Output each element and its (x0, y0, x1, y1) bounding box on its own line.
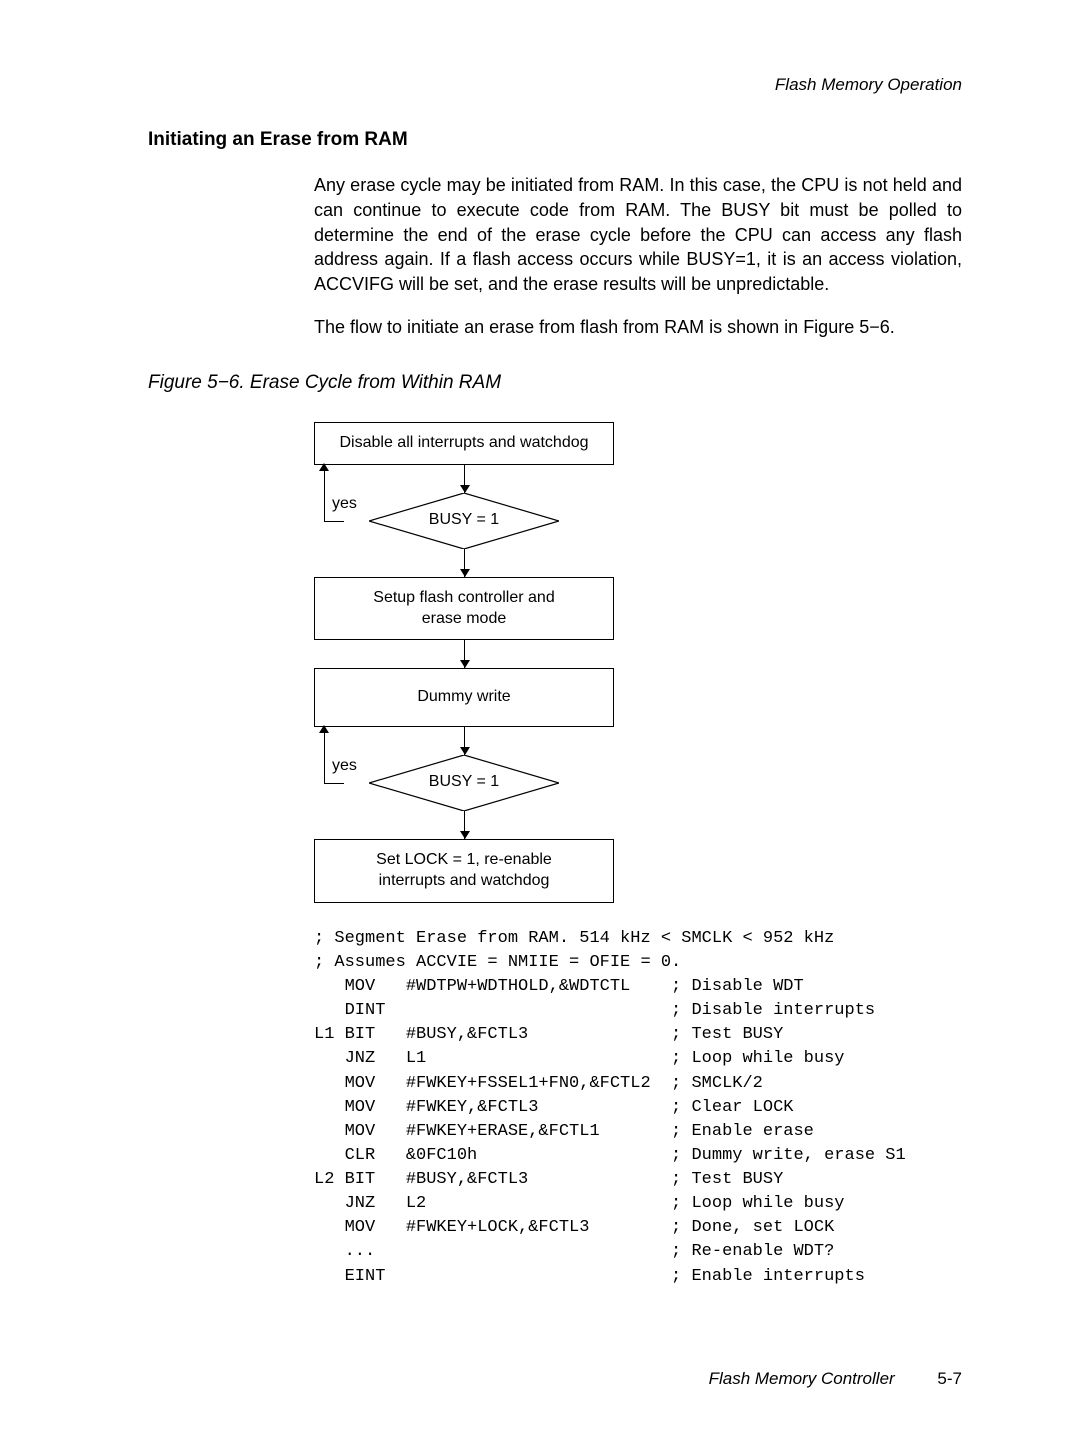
flow-decision-label: BUSY = 1 (314, 511, 614, 529)
figure-caption: Figure 5−6. Erase Cycle from Within RAM (148, 372, 962, 394)
code-line: MOV #FWKEY,&FCTL3 ; Clear LOCK (314, 1098, 793, 1117)
flow-decision-busy-2: yes BUSY = 1 (314, 755, 614, 811)
body-paragraph-1: Any erase cycle may be initiated from RA… (314, 173, 962, 297)
flow-box-label: erase mode (422, 610, 507, 627)
flow-decision-busy-1: yes BUSY = 1 (314, 493, 614, 549)
footer-page-number: 5-7 (937, 1369, 962, 1388)
page-footer: Flash Memory Controller 5-7 (148, 1369, 962, 1389)
code-line: L2 BIT #BUSY,&FCTL3 ; Test BUSY (314, 1170, 783, 1189)
flow-box-label: Set LOCK = 1, re-enable (376, 851, 552, 868)
code-listing: ; Segment Erase from RAM. 514 kHz < SMCL… (314, 927, 962, 1289)
flow-box-set-lock: Set LOCK = 1, re-enable interrupts and w… (314, 839, 614, 903)
flow-box-label: Dummy write (417, 688, 510, 705)
code-line: MOV #FWKEY+FSSEL1+FN0,&FCTL2 ; SMCLK/2 (314, 1074, 763, 1093)
flow-box-label: Setup flash controller and (373, 589, 554, 606)
page: Flash Memory Operation Initiating an Era… (0, 0, 1080, 1449)
flow-arrow-icon (464, 640, 465, 668)
code-line: ... ; Re-enable WDT? (314, 1242, 834, 1261)
flow-box-setup-controller: Setup flash controller and erase mode (314, 577, 614, 641)
code-line: JNZ L1 ; Loop while busy (314, 1049, 845, 1068)
flow-arrow-icon (464, 549, 465, 577)
flow-box-dummy-write: Dummy write (314, 668, 614, 727)
flow-box-disable-interrupts: Disable all interrupts and watchdog (314, 422, 614, 465)
body-paragraph-2: The flow to initiate an erase from flash… (314, 315, 962, 340)
flow-decision-label: BUSY = 1 (314, 773, 614, 791)
flow-box-label: interrupts and watchdog (379, 872, 550, 889)
flowchart: Disable all interrupts and watchdog yes … (314, 422, 614, 903)
flow-arrow-icon (464, 811, 465, 839)
footer-title: Flash Memory Controller (709, 1369, 895, 1388)
code-line: DINT ; Disable interrupts (314, 1001, 875, 1020)
code-line: ; Segment Erase from RAM. 514 kHz < SMCL… (314, 929, 834, 948)
code-line: CLR &0FC10h ; Dummy write, erase S1 (314, 1146, 906, 1165)
running-header: Flash Memory Operation (148, 75, 962, 95)
code-line: MOV #WDTPW+WDTHOLD,&WDTCTL ; Disable WDT (314, 977, 804, 996)
code-line: ; Assumes ACCVIE = NMIIE = OFIE = 0. (314, 953, 681, 972)
code-line: L1 BIT #BUSY,&FCTL3 ; Test BUSY (314, 1025, 783, 1044)
code-line: MOV #FWKEY+ERASE,&FCTL1 ; Enable erase (314, 1122, 814, 1141)
flow-arrow-icon (464, 465, 465, 493)
flow-box-label: Disable all interrupts and watchdog (339, 434, 588, 451)
flow-arrow-icon (464, 727, 465, 755)
code-line: JNZ L2 ; Loop while busy (314, 1194, 845, 1213)
code-line: MOV #FWKEY+LOCK,&FCTL3 ; Done, set LOCK (314, 1218, 834, 1237)
code-line: EINT ; Enable interrupts (314, 1267, 865, 1286)
section-heading: Initiating an Erase from RAM (148, 129, 962, 151)
